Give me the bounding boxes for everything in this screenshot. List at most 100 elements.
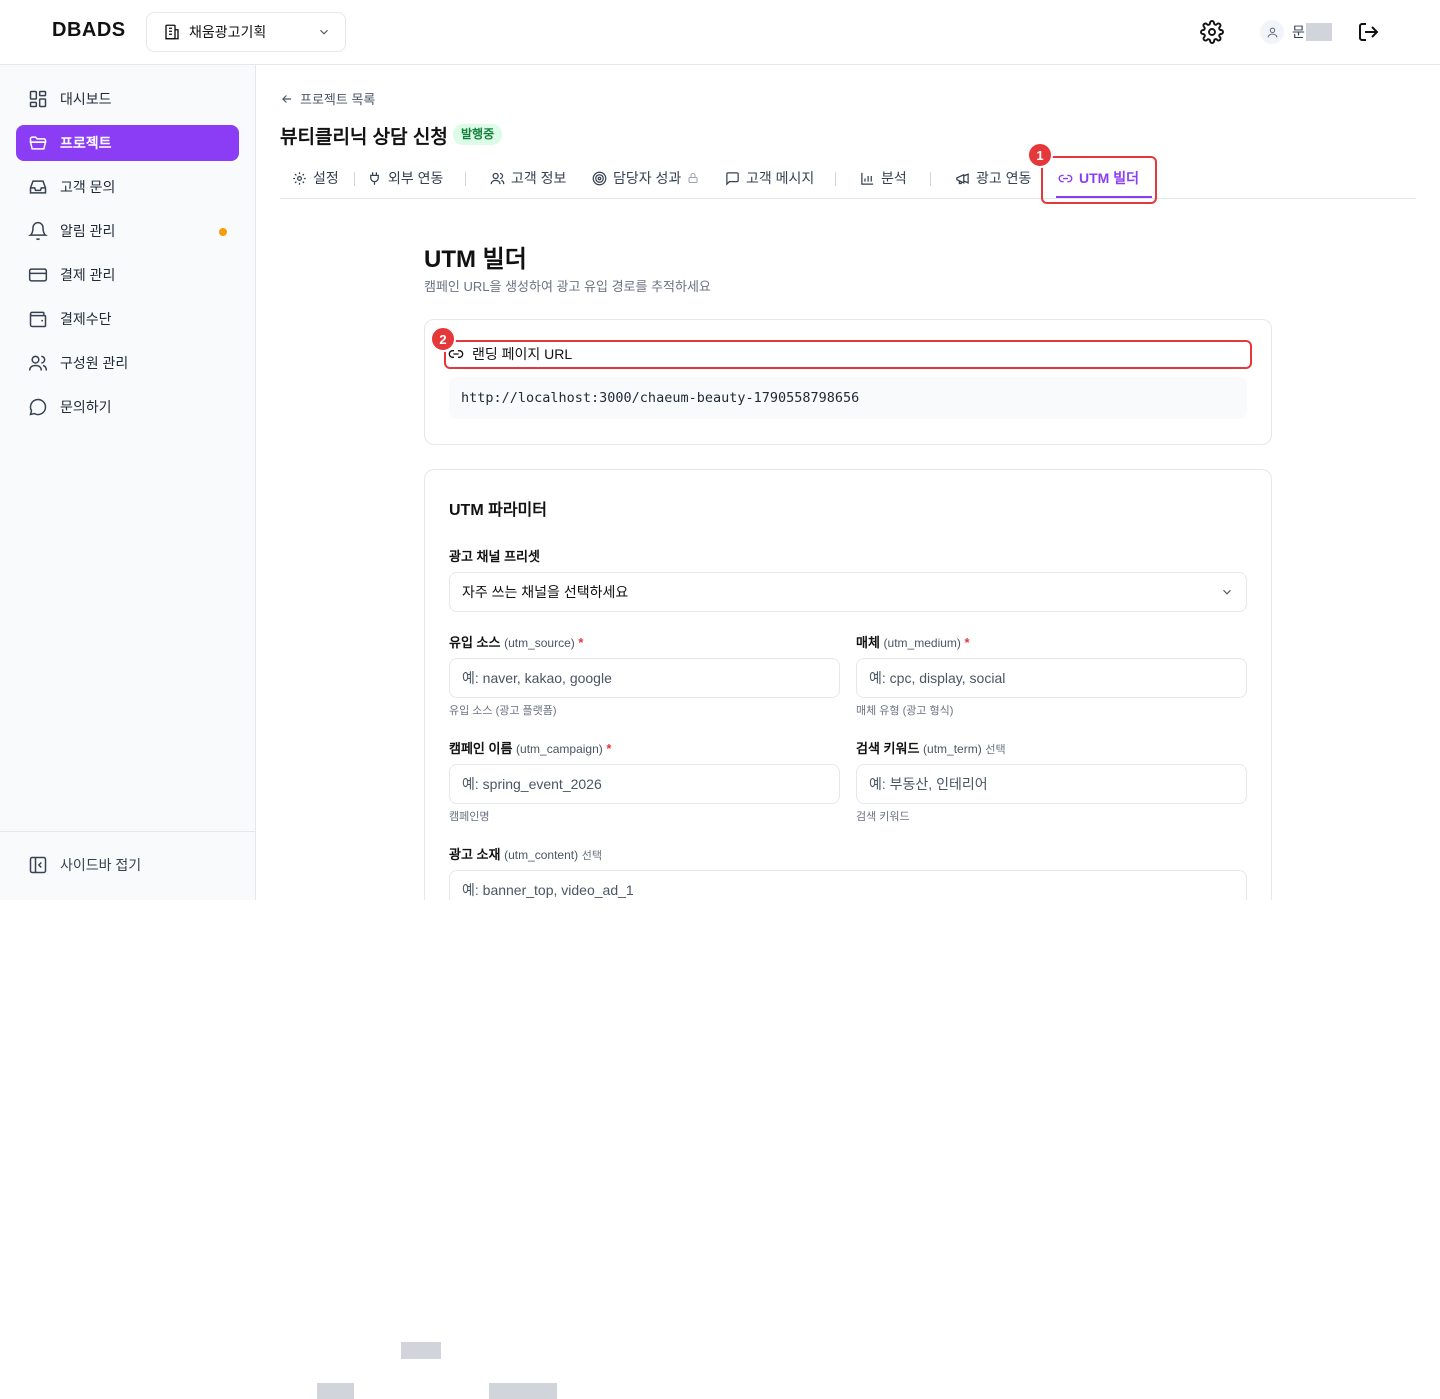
utm-campaign-hint: 캠페인명 <box>449 811 490 823</box>
tab-customer-info[interactable]: 고객 정보 <box>490 158 566 198</box>
utm-term-input[interactable] <box>856 764 1247 804</box>
required-mark: * <box>964 635 970 650</box>
step-badge-2: 2 <box>430 326 456 352</box>
tab-label: 고객 메시지 <box>746 170 815 186</box>
user-name-redacted <box>1305 23 1332 41</box>
gear-icon <box>293 171 306 185</box>
sidebar-item-billing[interactable]: 결제 관리 <box>16 257 239 293</box>
top-bar: DBADS 채움광고기획 문 <box>0 0 1440 65</box>
back-to-projects-link[interactable]: 프로젝트 목록 <box>280 89 375 108</box>
sidebar-item-label: 프로젝트 <box>60 135 112 151</box>
preset-selected-value: 자주 쓰는 채널을 선택하세요 <box>462 584 629 600</box>
required-mark: * <box>606 741 612 756</box>
building-icon <box>165 24 179 40</box>
sidebar-item-dashboard[interactable]: 대시보드 <box>16 81 239 117</box>
tab-settings[interactable]: 설정 <box>292 158 339 198</box>
dashboard-icon <box>29 90 47 108</box>
utm-content-label: 광고 소재 (utm_content) 선택 <box>449 844 602 863</box>
sidebar-item-payment-methods[interactable]: 결제수단 <box>16 301 239 337</box>
sidebar-item-label: 결제 관리 <box>60 267 116 283</box>
sidebar-collapse-label: 사이드바 접기 <box>60 857 142 873</box>
tab-separator <box>354 172 355 186</box>
megaphone-icon <box>956 172 969 184</box>
user-name: 문 <box>1292 24 1305 40</box>
wallet-icon <box>29 311 47 328</box>
utm-campaign-label: 캠페인 이름 (utm_campaign) * <box>449 738 611 757</box>
tab-label: 설정 <box>313 170 339 186</box>
user-menu[interactable]: 문 <box>1260 20 1332 44</box>
tab-label: 분석 <box>881 170 907 186</box>
settings-gear-icon[interactable] <box>1200 20 1224 44</box>
tab-label: 담당자 성과 <box>613 170 682 186</box>
sidebar-item-inquiries[interactable]: 고객 문의 <box>16 169 239 205</box>
credit-card-icon <box>28 268 48 282</box>
arrow-left-icon <box>282 94 292 103</box>
utm-medium-label: 매체 (utm_medium) * <box>856 632 970 651</box>
avatar <box>1260 20 1284 44</box>
utm-source-label: 유입 소스 (utm_source) * <box>449 632 583 651</box>
field-label-text: 광고 소재 <box>449 847 501 862</box>
tab-separator <box>835 172 836 186</box>
preset-label: 광고 채널 프리셋 <box>449 549 540 564</box>
utm-source-hint: 유입 소스 (광고 플랫폼) <box>449 705 557 717</box>
tab-label: 외부 연동 <box>388 170 444 186</box>
folder-icon <box>29 136 47 150</box>
annotation-highlight-landing-url <box>444 340 1252 369</box>
page-subtitle: 캠페인 URL을 생성하여 광고 유입 경로를 추적하세요 <box>424 279 711 294</box>
channel-preset-select[interactable]: 자주 쓰는 채널을 선택하세요 <box>449 572 1247 612</box>
sidebar: 대시보드 프로젝트 고객 문의 알림 관리 결제 관리 결제수단 구성원 관리 … <box>0 65 256 900</box>
sidebar-divider <box>0 831 255 832</box>
sidebar-item-label: 결제수단 <box>60 311 112 327</box>
utm-medium-input[interactable] <box>856 658 1247 698</box>
utm-medium-hint: 매체 유형 (광고 형식) <box>856 705 954 717</box>
sidebar-item-members[interactable]: 구성원 관리 <box>16 345 239 381</box>
tab-analytics[interactable]: 분석 <box>860 158 907 198</box>
landing-url-value[interactable]: http://localhost:3000/chaeum-beauty-1790… <box>449 377 1247 419</box>
organization-select[interactable]: 채움광고기획 <box>146 12 346 52</box>
status-badge: 발행중 <box>453 124 503 145</box>
sidebar-item-label: 고객 문의 <box>60 179 116 195</box>
tab-label: 광고 연동 <box>976 170 1032 186</box>
sidebar-item-notifications[interactable]: 알림 관리 <box>16 213 239 249</box>
required-mark: * <box>578 635 584 650</box>
users-icon <box>490 172 505 184</box>
sidebar-item-label: 문의하기 <box>60 399 112 415</box>
utm-campaign-input[interactable] <box>449 764 840 804</box>
field-label-key: (utm_medium) <box>883 636 961 650</box>
tab-ad-integration[interactable]: 광고 연동 <box>955 158 1031 198</box>
canvas-edge <box>0 900 256 901</box>
inbox-icon <box>29 180 47 194</box>
app-logo[interactable]: DBADS <box>52 19 126 42</box>
field-label-text: 검색 키워드 <box>856 741 920 756</box>
sidebar-item-contact[interactable]: 문의하기 <box>16 389 239 425</box>
redacted-block <box>489 1383 557 1399</box>
utm-source-input[interactable] <box>449 658 840 698</box>
optional-mark: 선택 <box>985 744 1006 756</box>
project-title: 뷰티클리닉 상담 신청 <box>280 127 448 148</box>
field-label-key: (utm_content) <box>504 848 579 862</box>
tab-customer-messages[interactable]: 고객 메시지 <box>725 158 814 198</box>
field-label-text: 매체 <box>856 635 880 650</box>
tab-separator <box>930 172 931 186</box>
page-title: UTM 빌더 <box>424 246 527 273</box>
step-badge-1: 1 <box>1027 142 1053 168</box>
annotation-highlight-utm-tab <box>1041 156 1157 204</box>
tab-staff-performance[interactable]: 담당자 성과 <box>592 158 699 198</box>
redacted-block <box>317 1383 354 1399</box>
chevron-down-icon <box>1223 589 1231 595</box>
empty-canvas-area <box>256 900 1440 1399</box>
lock-icon <box>688 173 698 183</box>
redacted-block <box>401 1342 441 1359</box>
field-label-key: (utm_campaign) <box>516 742 603 756</box>
logout-icon[interactable] <box>1356 20 1380 44</box>
field-label-key: (utm_term) <box>923 742 982 756</box>
tab-integrations[interactable]: 외부 연동 <box>367 158 443 198</box>
sidebar-collapse-button[interactable]: 사이드바 접기 <box>16 847 239 883</box>
sidebar-item-projects[interactable]: 프로젝트 <box>16 125 239 161</box>
organization-name: 채움광고기획 <box>189 24 267 40</box>
utm-term-label: 검색 키워드 (utm_term) 선택 <box>856 738 1006 757</box>
sidebar-item-label: 알림 관리 <box>60 223 116 239</box>
notification-dot <box>219 228 227 236</box>
back-link-label: 프로젝트 목록 <box>300 92 376 107</box>
field-label-key: (utm_source) <box>504 636 575 650</box>
